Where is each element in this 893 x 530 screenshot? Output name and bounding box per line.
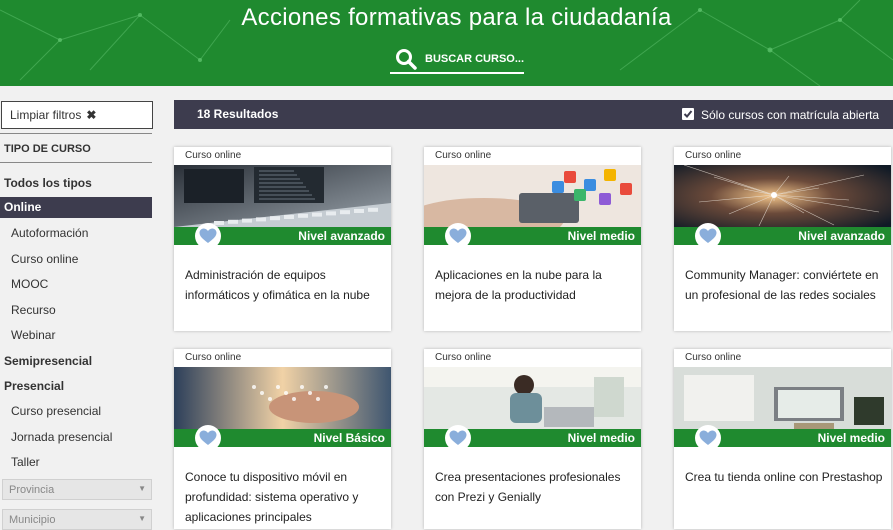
course-title[interactable]: Crea presentaciones profesionales con Pr… xyxy=(435,467,633,507)
heart-icon xyxy=(199,430,217,445)
province-select-label: Provincia xyxy=(9,483,55,496)
favorite-button[interactable] xyxy=(695,223,721,249)
heart-icon xyxy=(449,228,467,243)
course-card-6[interactable]: Curso online Nivel medio Crea tu tienda … xyxy=(674,349,891,529)
level-badge: Nivel medio xyxy=(817,431,885,445)
course-image-network-earth xyxy=(674,165,891,227)
filter-mooc[interactable]: MOOC xyxy=(11,277,48,291)
only-open-checkbox[interactable] xyxy=(682,108,694,120)
search-icon xyxy=(396,49,417,70)
checkmark-icon xyxy=(683,110,693,118)
course-image-phone-cloud-apps xyxy=(424,165,641,227)
filter-all-types[interactable]: Todos los tipos xyxy=(4,176,92,190)
filter-online-label: Online xyxy=(4,200,42,214)
course-title[interactable]: Crea tu tienda online con Prestashop xyxy=(685,467,883,487)
favorite-button[interactable] xyxy=(195,425,221,451)
favorite-button[interactable] xyxy=(695,425,721,451)
course-type: Curso online xyxy=(435,150,492,161)
clear-filters-button[interactable]: Limpiar filtros ✖ xyxy=(1,101,153,129)
province-select[interactable]: Provincia ▼ xyxy=(2,479,152,500)
results-bar: 18 Resultados Sólo cursos con matrícula … xyxy=(174,100,893,129)
course-type: Curso online xyxy=(185,352,242,363)
clear-filters-label: Limpiar filtros xyxy=(10,108,82,122)
course-title[interactable]: Administración de equipos informáticos y… xyxy=(185,265,383,305)
page-header: Acciones formativas para la ciudadanía B… xyxy=(0,0,893,86)
level-badge: Nivel Básico xyxy=(313,431,385,445)
chevron-down-icon: ▼ xyxy=(138,484,146,493)
municipality-select[interactable]: Municipio ▼ xyxy=(2,509,152,530)
filter-jornada-presencial[interactable]: Jornada presencial xyxy=(11,430,112,444)
close-icon: ✖ xyxy=(86,108,97,122)
page-title: Acciones formativas para la ciudadanía xyxy=(241,4,672,31)
course-card-3[interactable]: Curso online Nivel avanzado Community Ma… xyxy=(674,147,891,331)
filter-semipresencial[interactable]: Semipresencial xyxy=(4,354,92,368)
level-badge: Nivel medio xyxy=(567,229,635,243)
filter-taller[interactable]: Taller xyxy=(11,455,40,469)
favorite-button[interactable] xyxy=(445,425,471,451)
level-badge: Nivel avanzado xyxy=(298,229,385,243)
course-title[interactable]: Community Manager: conviértete en un pro… xyxy=(685,265,883,305)
heart-icon xyxy=(699,228,717,243)
course-title[interactable]: Aplicaciones en la nube para la mejora d… xyxy=(435,265,633,305)
filter-online[interactable]: Online xyxy=(0,197,152,218)
favorite-button[interactable] xyxy=(445,223,471,249)
course-image-woman-laptop xyxy=(424,367,641,429)
search-course-label: BUSCAR CURSO... xyxy=(425,53,525,65)
only-open-label[interactable]: Sólo cursos con matrícula abierta xyxy=(701,108,879,122)
course-type-heading: TIPO DE CURSO xyxy=(4,143,91,155)
course-image-keyboard-monitors xyxy=(174,165,391,227)
heart-icon xyxy=(199,228,217,243)
filter-curso-online[interactable]: Curso online xyxy=(11,252,78,266)
course-title[interactable]: Conoce tu dispositivo móvil en profundid… xyxy=(185,467,383,527)
course-type: Curso online xyxy=(685,150,742,161)
course-card-5[interactable]: Curso online Nivel medio Crea presentaci… xyxy=(424,349,641,529)
filter-presencial[interactable]: Presencial xyxy=(4,379,64,393)
course-type: Curso online xyxy=(685,352,742,363)
course-card-4[interactable]: Curso online Nivel Básico Conoce tu disp… xyxy=(174,349,391,529)
course-card-1[interactable]: Curso online Nivel avanzado Administraci… xyxy=(174,147,391,331)
filter-curso-presencial[interactable]: Curso presencial xyxy=(11,404,101,418)
filter-recurso[interactable]: Recurso xyxy=(11,303,56,317)
filter-webinar[interactable]: Webinar xyxy=(11,328,55,342)
course-type: Curso online xyxy=(435,352,492,363)
results-count: 18 Resultados xyxy=(197,107,279,121)
filter-autoformacion[interactable]: Autoformación xyxy=(11,226,88,240)
heart-icon xyxy=(449,430,467,445)
municipality-select-label: Municipio xyxy=(9,513,56,526)
heart-icon xyxy=(699,430,717,445)
favorite-button[interactable] xyxy=(195,223,221,249)
search-course-button[interactable]: BUSCAR CURSO... xyxy=(390,46,524,74)
course-card-2[interactable]: Curso online Nivel medio Aplicaciones en… xyxy=(424,147,641,331)
level-badge: Nivel avanzado xyxy=(798,229,885,243)
divider xyxy=(0,133,152,134)
course-type: Curso online xyxy=(185,150,242,161)
chevron-down-icon: ▼ xyxy=(138,514,146,523)
divider xyxy=(0,162,152,163)
level-badge: Nivel medio xyxy=(567,431,635,445)
course-image-online-shop xyxy=(674,367,891,429)
course-image-hand-sunset xyxy=(174,367,391,429)
